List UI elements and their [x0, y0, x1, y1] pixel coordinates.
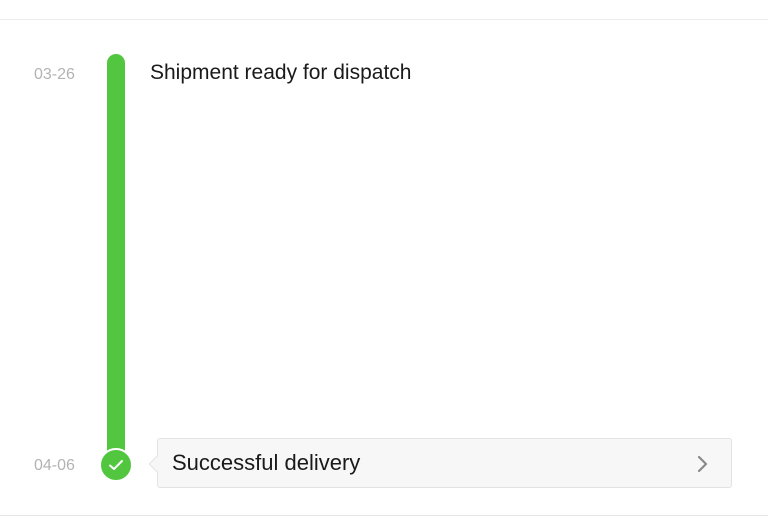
event-date-1: 03-26	[34, 66, 75, 83]
chevron-right-icon	[697, 455, 708, 473]
tracking-timeline-screen: 03-26 04-06 Shipment ready for dispatch …	[0, 0, 768, 526]
event-date-2: 04-06	[34, 457, 75, 474]
bottom-divider	[0, 515, 768, 516]
timeline-progress-track	[107, 54, 125, 464]
delivery-status-card[interactable]: Successful delivery	[157, 438, 732, 488]
delivery-status-label: Successful delivery	[172, 450, 361, 475]
top-divider	[0, 19, 768, 20]
checkmark-icon	[99, 448, 133, 482]
event-text-1: Shipment ready for dispatch	[150, 61, 412, 84]
